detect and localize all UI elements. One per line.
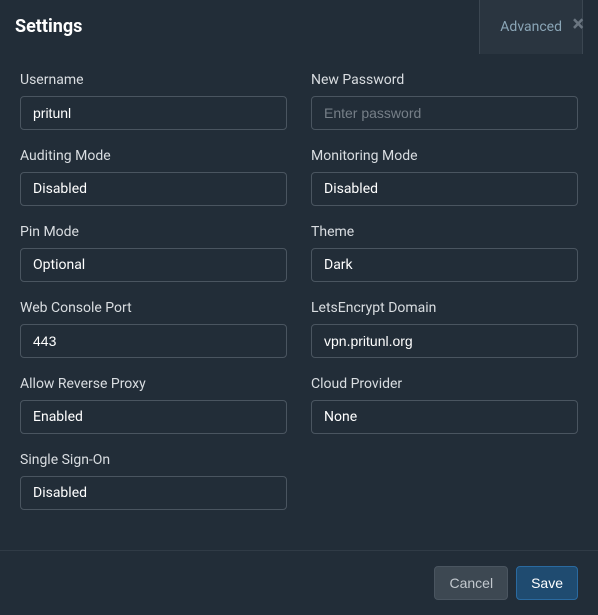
settings-modal: Settings Advanced × Username Auditing Mo…	[0, 0, 598, 615]
username-input[interactable]	[20, 96, 287, 130]
cloud-label: Cloud Provider	[311, 376, 578, 392]
group-auditing: Auditing Mode Disabled	[20, 148, 287, 206]
password-label: New Password	[311, 72, 578, 88]
close-icon[interactable]: ×	[572, 14, 584, 36]
password-input[interactable]	[311, 96, 578, 130]
header-right: Advanced	[479, 0, 583, 54]
letsencrypt-label: LetsEncrypt Domain	[311, 300, 578, 316]
group-theme: Theme Dark	[311, 224, 578, 282]
monitoring-label: Monitoring Mode	[311, 148, 578, 164]
sso-label: Single Sign-On	[20, 452, 287, 468]
group-password: New Password	[311, 72, 578, 130]
letsencrypt-input[interactable]	[311, 324, 578, 358]
group-cloud: Cloud Provider None	[311, 376, 578, 434]
monitoring-select[interactable]: Disabled	[311, 172, 578, 206]
port-label: Web Console Port	[20, 300, 287, 316]
cancel-button[interactable]: Cancel	[434, 566, 508, 600]
save-button[interactable]: Save	[516, 566, 578, 600]
modal-body: Username Auditing Mode Disabled Pin Mode…	[0, 54, 598, 550]
auditing-select[interactable]: Disabled	[20, 172, 287, 206]
monitoring-value: Disabled	[324, 181, 378, 197]
sso-select[interactable]: Disabled	[20, 476, 287, 510]
group-monitoring: Monitoring Mode Disabled	[311, 148, 578, 206]
theme-value: Dark	[324, 257, 353, 273]
left-column: Username Auditing Mode Disabled Pin Mode…	[20, 72, 287, 538]
pin-value: Optional	[33, 257, 85, 273]
group-pin: Pin Mode Optional	[20, 224, 287, 282]
tab-advanced[interactable]: Advanced	[480, 0, 582, 54]
proxy-label: Allow Reverse Proxy	[20, 376, 287, 392]
modal-header: Settings Advanced ×	[0, 0, 598, 54]
right-column: New Password Monitoring Mode Disabled Th…	[311, 72, 578, 538]
theme-select[interactable]: Dark	[311, 248, 578, 282]
theme-label: Theme	[311, 224, 578, 240]
port-input[interactable]	[20, 324, 287, 358]
modal-title: Settings	[15, 16, 82, 37]
tabs: Advanced	[479, 0, 583, 54]
proxy-value: Enabled	[33, 409, 83, 425]
group-username: Username	[20, 72, 287, 130]
pin-label: Pin Mode	[20, 224, 287, 240]
cloud-select[interactable]: None	[311, 400, 578, 434]
cloud-value: None	[324, 409, 357, 425]
group-letsencrypt: LetsEncrypt Domain	[311, 300, 578, 358]
pin-select[interactable]: Optional	[20, 248, 287, 282]
group-sso: Single Sign-On Disabled	[20, 452, 287, 510]
modal-footer: Cancel Save	[0, 550, 598, 615]
sso-value: Disabled	[33, 485, 87, 501]
auditing-value: Disabled	[33, 181, 87, 197]
group-port: Web Console Port	[20, 300, 287, 358]
proxy-select[interactable]: Enabled	[20, 400, 287, 434]
username-label: Username	[20, 72, 287, 88]
group-proxy: Allow Reverse Proxy Enabled	[20, 376, 287, 434]
auditing-label: Auditing Mode	[20, 148, 287, 164]
